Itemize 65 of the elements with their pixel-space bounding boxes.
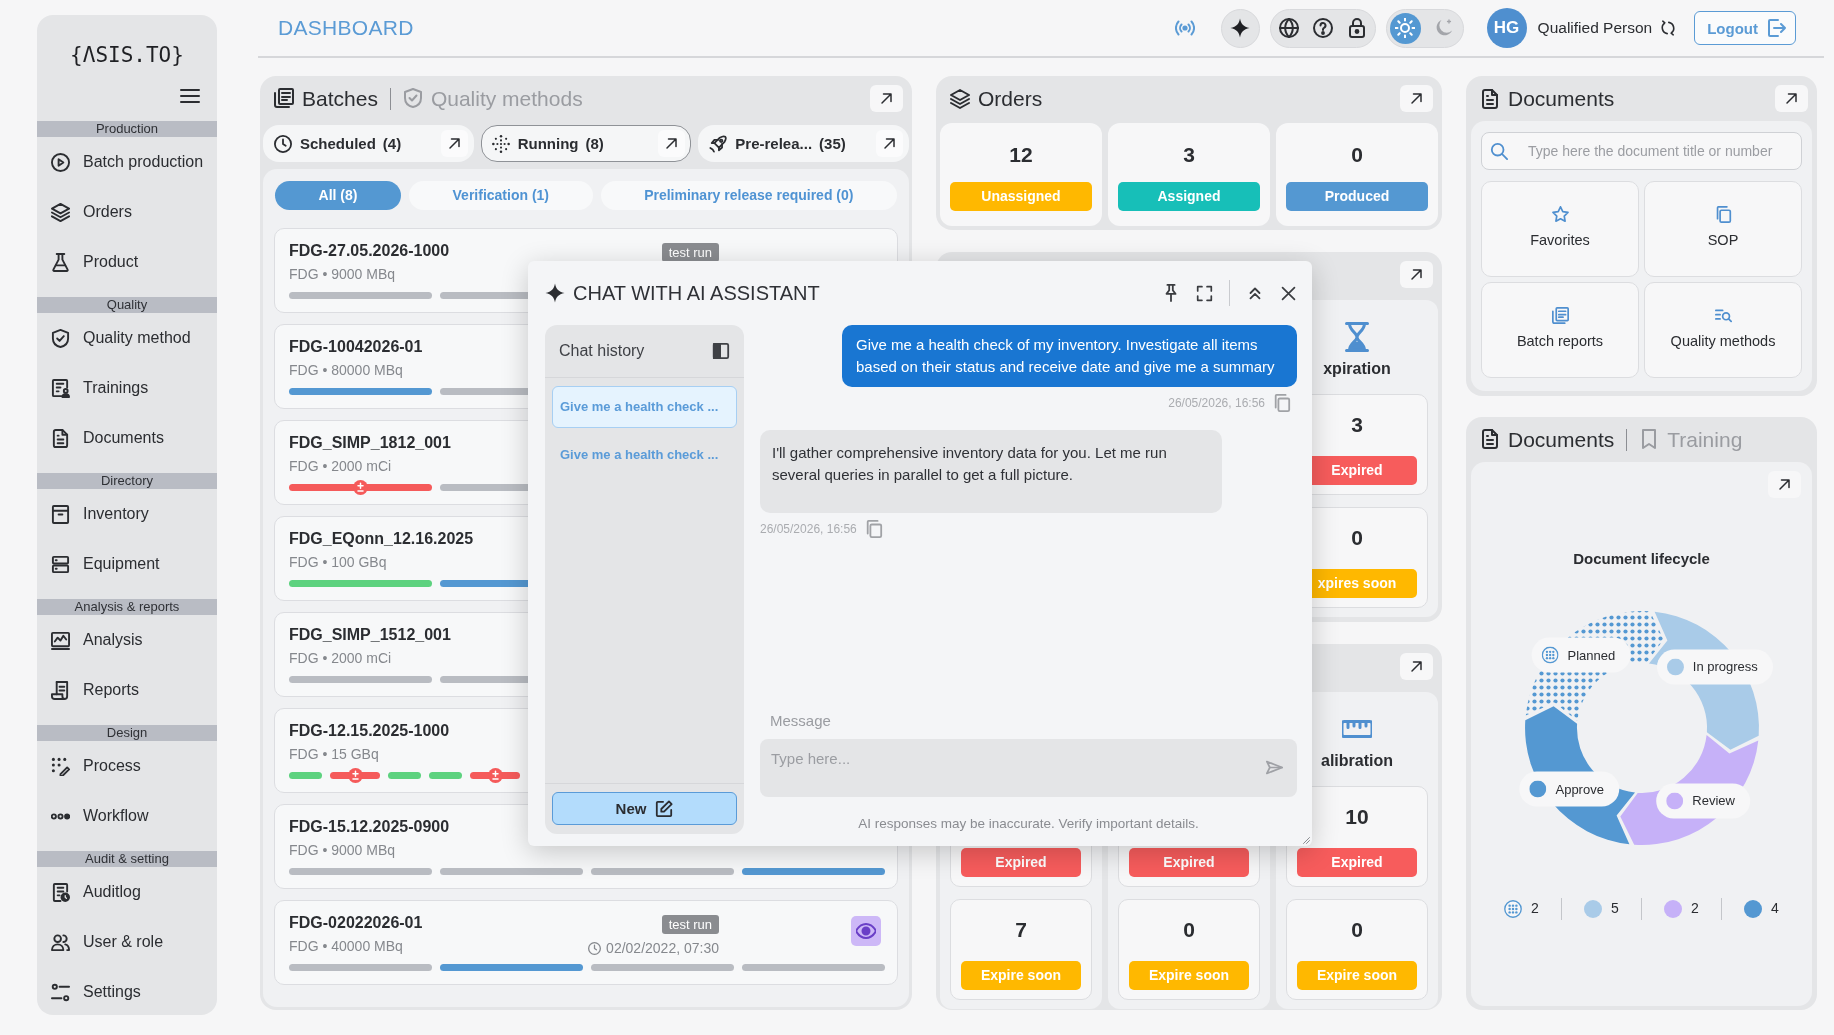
stat-count: 0 <box>1351 918 1363 941</box>
batch-details: FDG • 15 GBq <box>289 745 379 764</box>
batch-name: FDG_SIMP_1512_001 <box>289 625 451 645</box>
assistant-message: I'll gather comprehensive inventory data for you. Let me run several queries in parallel to get a full picture. <box>760 430 1222 513</box>
batch-details: FDG • 9000 MBq <box>289 265 396 284</box>
status-badge: Expired <box>1129 848 1249 877</box>
batch-details: FDG • 2000 mCi <box>289 457 392 476</box>
stat-count: 0 <box>1351 142 1363 168</box>
section-header: Analysis & reports <box>37 599 217 615</box>
section-header: Audit & setting <box>37 851 217 867</box>
status-badge: Unassigned <box>950 182 1092 211</box>
stage-label: Approve <box>1555 780 1604 799</box>
column-title: alibration <box>1321 751 1393 771</box>
stat-count: 10 <box>1345 805 1369 828</box>
panel-title: Orders <box>978 85 1043 112</box>
chart-title: Document lifecycle <box>1572 549 1711 569</box>
stat-count: 3 <box>1183 142 1195 168</box>
status-badge: Expire soon <box>961 961 1081 990</box>
stage-label: Review <box>1692 791 1735 810</box>
stage-label: In progress <box>1692 657 1758 676</box>
dialog-title: CHAT WITH AI ASSISTANT <box>573 281 820 306</box>
batch-details: FDG • 2000 mCi <box>289 649 392 668</box>
message-time: 26/05/2026, 16:56 <box>760 520 857 538</box>
status-badge: Produced <box>1286 182 1428 211</box>
batch-name: FDG_SIMP_1812_001 <box>289 433 451 453</box>
user-role: Qualified Person <box>1537 18 1653 39</box>
user-message: Give me a health check of my inventory. Investigate all items based on their status and receive date and give me a summary <box>842 325 1297 387</box>
status-badge: Assigned <box>1118 182 1260 211</box>
field-label: Message <box>770 711 832 732</box>
stat-count: 3 <box>1351 413 1363 436</box>
stage-label: Planned <box>1567 646 1616 665</box>
batch-time: 02/02/2022, 07:30 <box>606 939 719 958</box>
batch-name: FDG-10042026-01 <box>289 337 423 357</box>
stat-count: 7 <box>1015 918 1027 941</box>
status-badge: Expired <box>1297 848 1417 877</box>
batch-name: FDG_EQonn_12.16.2025 <box>289 529 474 549</box>
batch-details: FDG • 80000 MBq <box>289 361 403 380</box>
status-badge: Expire soon <box>1297 961 1417 990</box>
stage-count: 2 <box>1531 899 1539 919</box>
stage-count: 2 <box>1691 899 1699 919</box>
message-time: 26/05/2026, 16:56 <box>1168 394 1265 412</box>
status-badge: Expire soon <box>1129 961 1249 990</box>
section-header: Design <box>37 725 217 741</box>
batch-name: FDG-15.12.2025-0900 <box>289 817 450 837</box>
status-tag: test run <box>661 915 719 934</box>
section-header: Production <box>37 121 217 137</box>
batch-details: FDG • 100 GBq <box>289 553 387 572</box>
panel-title: Documents <box>1508 85 1615 112</box>
stage-count: 5 <box>1611 899 1619 919</box>
column-title: xpiration <box>1323 359 1391 379</box>
batch-details: FDG • 9000 MBq <box>289 841 396 860</box>
batch-details: FDG • 40000 MBq <box>289 937 403 956</box>
batch-name: FDG-12.15.2025-1000 <box>289 721 450 741</box>
stat-count: 12 <box>1009 142 1033 168</box>
batch-name: FDG-02022026-01 <box>289 913 423 933</box>
stage-count: 4 <box>1771 899 1779 919</box>
section-header: Quality <box>37 297 217 313</box>
stat-count: 0 <box>1351 526 1363 549</box>
batch-name: FDG-27.05.2026-1000 <box>289 241 450 261</box>
stat-count: 0 <box>1183 918 1195 941</box>
section-header: Directory <box>37 473 217 489</box>
logo: {ΛSIS.TO} <box>70 42 184 69</box>
page-title: DASHBOARD <box>278 15 414 42</box>
panel-title: Chat history <box>559 340 645 361</box>
status-badge: Expired <box>961 848 1081 877</box>
